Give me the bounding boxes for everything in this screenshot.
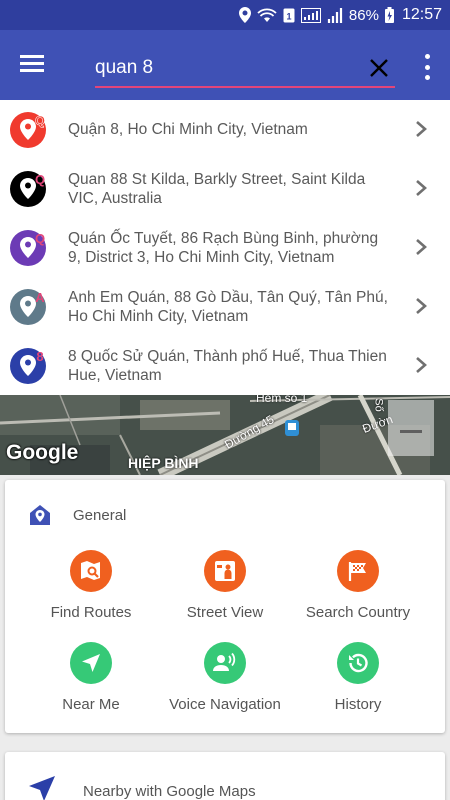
search-country-label: Search Country [305, 604, 411, 621]
suggestion-item[interactable]: Q Quận 8, Ho Chi Minh City, Vietnam [0, 100, 450, 159]
history-icon [337, 642, 379, 684]
place-marker-icon: Q [10, 111, 46, 148]
zoom-out-button[interactable] [388, 400, 434, 456]
map-label-alley: Hẻm số 1 [256, 395, 308, 405]
near-me-button[interactable]: Near Me [21, 642, 161, 713]
map-label-district: HIỆP BÌNH [128, 455, 199, 471]
place-marker-icon: A [10, 288, 46, 325]
suggestion-text: Quan 88 St Kilda, Barkly Street, Saint K… [68, 170, 366, 207]
svg-text:A: A [35, 290, 45, 305]
find-routes-label: Find Routes [50, 604, 132, 621]
battery-icon [384, 7, 394, 23]
search-box [95, 52, 395, 88]
clear-search-button[interactable] [367, 56, 391, 80]
place-marker-icon: 8 [10, 347, 46, 384]
nearby-card-title: Nearby with Google Maps [83, 783, 256, 800]
clock: 12:57 [401, 6, 442, 23]
map-view[interactable]: Hẻm số 1 Đường 45 Đườn Số HIỆP BÌNH Goog… [0, 395, 450, 475]
search-country-button[interactable]: Search Country [288, 550, 428, 621]
home-location-icon [30, 505, 50, 525]
suggestion-item[interactable]: Q Quan 88 St Kilda, Barkly Street, Saint… [0, 159, 450, 218]
hamburger-line [20, 55, 44, 58]
suggestion-text: Quán Ốc Tuyết, 86 Rạch Bùng Binh, phường… [68, 229, 379, 266]
near-me-label: Near Me [62, 696, 120, 713]
suggestion-item[interactable]: A Anh Em Quán, 88 Gò Dầu, Tân Quý, Tân P… [0, 277, 450, 336]
navigation-arrow-icon [70, 642, 112, 684]
minus-icon [400, 430, 422, 433]
signal-icon [300, 7, 321, 23]
suggestion-text: 8 Quốc Sử Quán, Thành phố Huế, Thua Thie… [68, 347, 387, 384]
app-bar [0, 30, 450, 100]
svg-text:Q: Q [35, 231, 45, 246]
navigation-arrow-icon [29, 776, 55, 800]
dot [424, 64, 430, 70]
history-label: History [334, 696, 382, 713]
chevron-right-icon [416, 180, 427, 196]
map-label-road-edge: Số [372, 398, 385, 412]
general-card: General Find Routes Street View Search C… [5, 480, 445, 733]
svg-text:8: 8 [36, 349, 43, 364]
street-view-label: Street View [186, 604, 264, 621]
find-routes-button[interactable]: Find Routes [21, 550, 161, 621]
signal-bars-icon [327, 7, 343, 23]
street-view-icon [204, 550, 246, 592]
chevron-right-icon [416, 357, 427, 373]
overflow-menu-button[interactable] [422, 54, 432, 80]
battery-percent: 86% [348, 6, 379, 24]
wifi-icon [257, 8, 277, 23]
menu-button[interactable] [20, 52, 50, 78]
suggestion-item[interactable]: 8 8 Quốc Sử Quán, Thành phố Huế, Thua Th… [0, 336, 450, 395]
card-header: General [29, 504, 126, 526]
svg-text:Q: Q [35, 172, 45, 187]
dot [424, 54, 430, 59]
close-icon [370, 59, 388, 77]
hamburger-line [20, 69, 44, 72]
location-icon [238, 7, 251, 23]
suggestion-item[interactable]: Q Quán Ốc Tuyết, 86 Rạch Bùng Binh, phườ… [0, 218, 450, 277]
chevron-right-icon [416, 298, 427, 314]
chevron-right-icon [416, 239, 427, 255]
svg-text:Q: Q [35, 113, 45, 128]
search-input[interactable] [95, 52, 355, 84]
svg-text:1: 1 [286, 11, 291, 21]
voice-navigation-button[interactable]: Voice Navigation [155, 642, 295, 713]
street-view-button[interactable]: Street View [155, 550, 295, 621]
suggestion-text: Anh Em Quán, 88 Gò Dầu, Tân Quý, Tân Phú… [68, 288, 388, 325]
voice-navigation-label: Voice Navigation [169, 696, 281, 713]
suggestion-list: Q Quận 8, Ho Chi Minh City, Vietnam Q Qu… [0, 100, 450, 395]
google-logo: Google [6, 441, 79, 464]
card-title: General [73, 506, 127, 524]
voice-icon [204, 642, 246, 684]
chevron-right-icon [416, 121, 427, 137]
hamburger-line [20, 62, 44, 65]
place-marker-icon: Q [10, 229, 46, 266]
flag-icon [337, 550, 379, 592]
dot [424, 75, 430, 80]
suggestion-text: Quận 8, Ho Chi Minh City, Vietnam [68, 121, 308, 138]
history-button[interactable]: History [288, 642, 428, 713]
place-marker-icon: Q [10, 170, 46, 207]
status-bar: 1 86% 12:57 [0, 0, 450, 30]
nearby-card[interactable]: Nearby with Google Maps [5, 752, 445, 800]
map-search-icon [70, 550, 112, 592]
sim-icon: 1 [283, 8, 295, 23]
